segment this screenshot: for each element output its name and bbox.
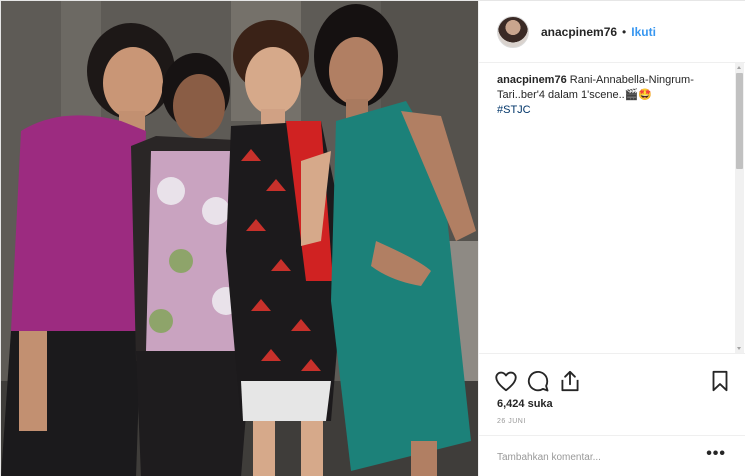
- likes-summary[interactable]: 6,424 suka: [497, 398, 553, 410]
- post-photo[interactable]: [1, 1, 478, 476]
- scroll-down-arrow-icon[interactable]: [735, 344, 744, 353]
- heart-icon[interactable]: [493, 368, 519, 394]
- comment-form: •••: [479, 435, 745, 476]
- post-actions: 6,424 suka 26 JUNI: [479, 353, 745, 435]
- more-options-icon[interactable]: •••: [706, 446, 726, 462]
- caption-hashtag[interactable]: #STJC: [497, 103, 733, 118]
- follow-button[interactable]: Ikuti: [631, 25, 656, 39]
- share-icon[interactable]: [557, 368, 583, 394]
- scroll-up-arrow-icon[interactable]: [735, 63, 744, 72]
- post-date[interactable]: 26 JUNI: [497, 418, 526, 425]
- scroll-thumb[interactable]: [736, 73, 743, 169]
- comment-input[interactable]: [497, 448, 697, 466]
- post-header: anacpinem76 • Ikuti: [479, 1, 745, 63]
- photo-illustration: [1, 1, 478, 476]
- caption-username[interactable]: anacpinem76: [497, 74, 567, 86]
- bookmark-icon[interactable]: [707, 368, 733, 394]
- likes-word: suka: [527, 398, 553, 410]
- post-caption: anacpinem76 Rani-Annabella-Ningrum-Tari.…: [497, 73, 733, 118]
- avatar[interactable]: [497, 15, 529, 48]
- header-separator: •: [622, 24, 627, 39]
- post-dialog: anacpinem76 • Ikuti anacpinem76 Rani-Ann…: [0, 0, 745, 476]
- post-side-panel: anacpinem76 • Ikuti anacpinem76 Rani-Ann…: [478, 1, 745, 476]
- speech-bubble-icon[interactable]: [525, 368, 551, 394]
- likes-count: 6,424: [497, 398, 525, 410]
- comments-scrollbar[interactable]: [735, 63, 744, 353]
- action-icons-row: [493, 368, 733, 394]
- header-username[interactable]: anacpinem76: [541, 25, 617, 39]
